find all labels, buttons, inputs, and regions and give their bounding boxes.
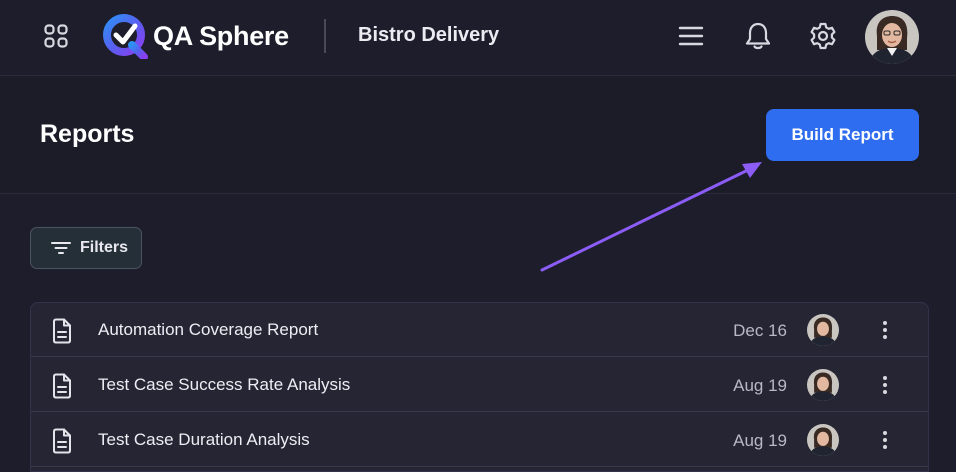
top-bar: QA Sphere Bistro Delivery (0, 0, 956, 76)
report-title[interactable]: Test Case Duration Analysis (98, 430, 310, 450)
more-options-icon[interactable] (879, 430, 891, 450)
menu-icon[interactable] (678, 24, 704, 48)
report-row[interactable]: Test Case Duration Analysis Aug 19 (31, 413, 928, 467)
document-icon (53, 318, 71, 344)
report-title[interactable]: Automation Coverage Report (98, 320, 318, 340)
report-row[interactable]: Automation Coverage Report Dec 16 (31, 303, 928, 357)
page-header: Reports Build Report (0, 77, 956, 194)
report-date: Dec 16 (733, 321, 787, 340)
user-avatar-image (865, 10, 919, 64)
apps-grid-icon[interactable] (44, 24, 68, 48)
qa-sphere-logo-icon (103, 14, 148, 59)
report-date: Aug 19 (733, 431, 787, 450)
more-options-icon[interactable] (879, 320, 891, 340)
report-title[interactable]: Test Case Success Rate Analysis (98, 375, 350, 395)
gear-icon[interactable] (808, 21, 838, 51)
filters-button[interactable]: Filters (30, 227, 142, 269)
app-logo[interactable]: QA Sphere (102, 13, 289, 59)
more-options-icon[interactable] (879, 375, 891, 395)
build-report-button[interactable]: Build Report (766, 109, 919, 161)
report-owner-avatar (807, 369, 839, 401)
report-owner-avatar (807, 314, 839, 346)
header-divider (324, 19, 326, 53)
project-name[interactable]: Bistro Delivery (358, 24, 499, 47)
document-icon (53, 428, 71, 454)
user-avatar[interactable] (865, 10, 919, 64)
report-owner-avatar (807, 424, 839, 456)
filters-label: Filters (80, 239, 129, 256)
filter-icon (51, 242, 71, 254)
bell-icon[interactable] (744, 21, 772, 51)
reports-list: Automation Coverage Report Dec 16 Test C… (30, 302, 929, 472)
document-icon (53, 373, 71, 399)
report-date: Aug 19 (733, 376, 787, 395)
page-title: Reports (40, 120, 135, 148)
report-row[interactable]: Test Case Success Rate Analysis Aug 19 (31, 358, 928, 412)
app-name: QA Sphere (153, 20, 289, 51)
